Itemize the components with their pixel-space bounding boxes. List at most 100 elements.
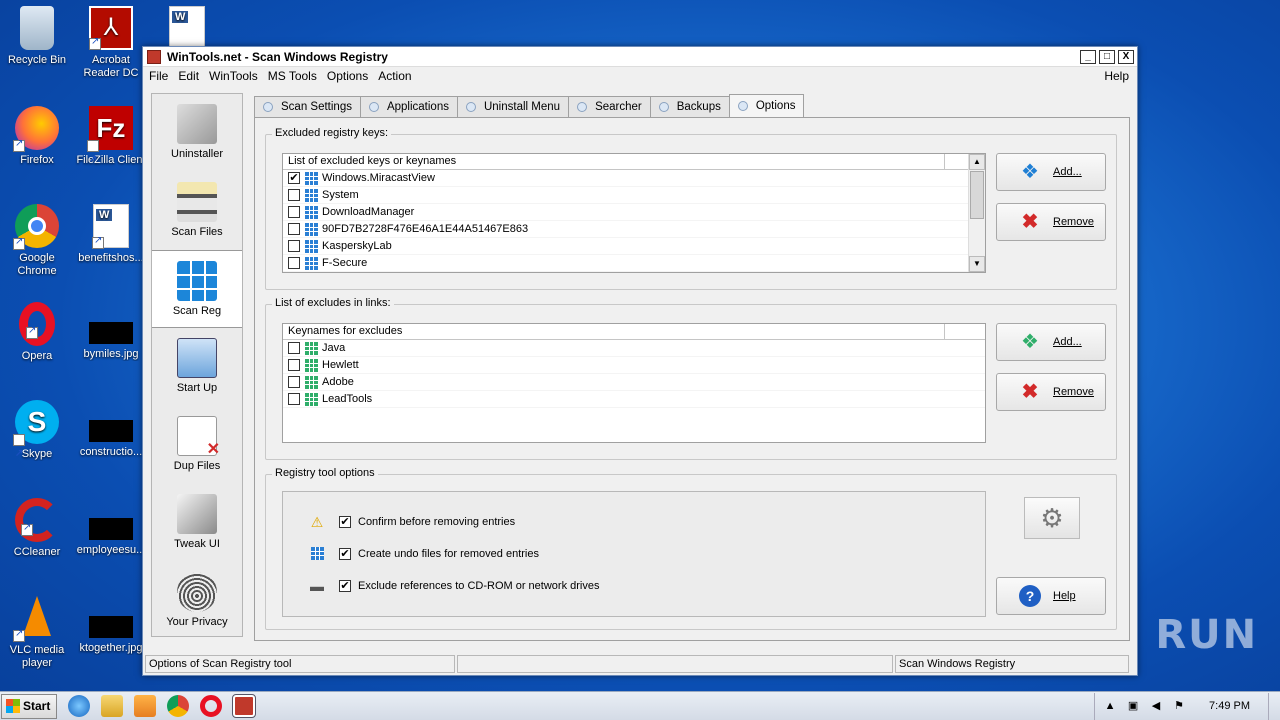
tab-searcher[interactable]: Searcher xyxy=(568,96,651,117)
sidebar-item-dup-files[interactable]: ✕ Dup Files xyxy=(152,406,242,484)
remove-key-button[interactable]: ✖ Remove xyxy=(996,203,1106,241)
opera-taskbar-icon[interactable] xyxy=(200,695,222,717)
desktop-icon-bymiles[interactable]: bymiles.jpg xyxy=(74,302,148,361)
desktop-icon-employees[interactable]: employeesu... xyxy=(74,498,148,557)
add-link-button[interactable]: ❖ Add... xyxy=(996,323,1106,361)
menu-help[interactable]: Help xyxy=(1104,69,1129,83)
tab-applications[interactable]: Applications xyxy=(359,96,458,117)
checkbox[interactable] xyxy=(288,257,300,269)
ie-icon[interactable] xyxy=(68,695,90,717)
sidebar-item-scan-files[interactable]: Scan Files xyxy=(152,172,242,250)
checkbox[interactable] xyxy=(288,393,300,405)
checkbox[interactable]: ✔ xyxy=(339,516,351,528)
sidebar-item-tweak-ui[interactable]: Tweak UI xyxy=(152,484,242,562)
start-button[interactable]: Start xyxy=(1,693,57,719)
desktop-icon-firefox[interactable]: Firefox xyxy=(0,106,74,167)
column-header[interactable]: List of excluded keys or keynames xyxy=(283,154,945,169)
menu-ms-tools[interactable]: MS Tools xyxy=(268,69,317,83)
show-desktop-button[interactable] xyxy=(1268,692,1280,720)
sidebar-item-start-up[interactable]: Start Up xyxy=(152,328,242,406)
checkbox[interactable] xyxy=(288,342,300,354)
tab-uninstall-menu[interactable]: Uninstall Menu xyxy=(456,96,570,117)
scroll-thumb[interactable] xyxy=(970,171,984,219)
list-item[interactable]: System xyxy=(283,187,985,204)
desktop-icon-recycle-bin[interactable]: Recycle Bin xyxy=(0,6,74,67)
wintools-taskbar-icon[interactable] xyxy=(232,694,256,718)
vertical-scrollbar[interactable]: ▲ ▼ xyxy=(968,154,985,272)
network-icon[interactable]: ▣ xyxy=(1126,699,1140,713)
show-hidden-icons-icon[interactable]: ▲ xyxy=(1103,699,1117,713)
sidebar-item-your-privacy[interactable]: Your Privacy xyxy=(152,562,242,640)
tab-options[interactable]: Options xyxy=(728,94,805,117)
chrome-taskbar-icon[interactable] xyxy=(167,695,189,717)
desktop-icon-acrobat[interactable]: ⅄ Acrobat Reader DC xyxy=(74,6,148,80)
acrobat-icon: ⅄ xyxy=(89,6,133,50)
registry-key-icon xyxy=(305,188,318,202)
desktop-icon-vlc[interactable]: VLC media player xyxy=(0,596,74,670)
media-player-icon[interactable] xyxy=(134,695,156,717)
checkbox[interactable] xyxy=(288,223,300,235)
desktop-icon-ktogether[interactable]: ktogether.jpg xyxy=(74,596,148,655)
close-button[interactable]: X xyxy=(1118,49,1134,64)
list-item[interactable]: Java xyxy=(283,340,985,357)
checkbox[interactable]: ✔ xyxy=(339,548,351,560)
status-bar: Options of Scan Registry tool Scan Windo… xyxy=(145,655,1135,673)
scroll-up-arrow-icon[interactable]: ▲ xyxy=(969,154,985,170)
option-exclude-cdrom[interactable]: ▬ ✔ Exclude references to CD-ROM or netw… xyxy=(309,578,599,594)
list-item[interactable]: Adobe xyxy=(283,374,985,391)
excluded-links-list[interactable]: Keynames for excludes Java Hewlett Adobe… xyxy=(282,323,986,443)
help-button[interactable]: ? Help xyxy=(996,577,1106,615)
excluded-links-group: List of excludes in links: Keynames for … xyxy=(265,297,1117,460)
explorer-folder-icon[interactable] xyxy=(101,695,123,717)
list-item[interactable]: DownloadManager xyxy=(283,204,985,221)
menu-edit[interactable]: Edit xyxy=(178,69,199,83)
remove-link-button[interactable]: ✖ Remove xyxy=(996,373,1106,411)
volume-icon[interactable]: ◀ xyxy=(1149,699,1163,713)
registry-key-icon xyxy=(305,256,318,270)
list-item[interactable]: KasperskyLab xyxy=(283,238,985,255)
settings-gears-button[interactable]: ⚙ xyxy=(1024,497,1080,539)
desktop-icon-benefits-doc[interactable]: W benefitshos... xyxy=(74,204,148,265)
desktop-icon-construction[interactable]: constructio... xyxy=(74,400,148,459)
add-key-button[interactable]: ❖ Add... xyxy=(996,153,1106,191)
column-header[interactable]: Keynames for excludes xyxy=(283,324,945,339)
options-panel: Excluded registry keys: List of excluded… xyxy=(254,117,1130,641)
tab-backups[interactable]: Backups xyxy=(649,96,730,117)
checkbox[interactable]: ✔ xyxy=(288,172,300,184)
clock[interactable]: 7:49 PM xyxy=(1209,700,1250,712)
desktop-icon-skype[interactable]: S Skype xyxy=(0,400,74,476)
menu-file[interactable]: File xyxy=(149,69,168,83)
recycle-bin-icon xyxy=(20,6,54,50)
help-question-icon: ? xyxy=(1019,585,1041,607)
sidebar-item-label: Uninstaller xyxy=(171,148,223,160)
desktop-icon-opera[interactable]: Opera xyxy=(0,302,74,363)
minimize-button[interactable]: _ xyxy=(1080,49,1096,64)
option-create-undo[interactable]: ✔ Create undo files for removed entries xyxy=(309,546,539,562)
menu-action[interactable]: Action xyxy=(378,69,411,83)
sidebar-item-uninstaller[interactable]: Uninstaller xyxy=(152,94,242,172)
checkbox[interactable] xyxy=(288,189,300,201)
list-item[interactable]: 90FD7B2728F476E46A1E44A51467E863 xyxy=(283,221,985,238)
option-confirm-remove[interactable]: ⚠ ✔ Confirm before removing entries xyxy=(309,514,515,530)
sidebar-item-scan-reg[interactable]: Scan Reg xyxy=(152,250,242,328)
list-item[interactable]: ✔ Windows.MiracastView xyxy=(283,170,985,187)
tab-scan-settings[interactable]: Scan Settings xyxy=(254,96,361,117)
checkbox[interactable] xyxy=(288,359,300,371)
sidebar-item-label: Scan Files xyxy=(171,226,223,238)
checkbox[interactable] xyxy=(288,376,300,388)
checkbox[interactable] xyxy=(288,206,300,218)
checkbox[interactable]: ✔ xyxy=(339,580,351,592)
list-item[interactable]: Hewlett xyxy=(283,357,985,374)
checkbox[interactable] xyxy=(288,240,300,252)
list-item[interactable]: F-Secure xyxy=(283,255,985,272)
menu-wintools[interactable]: WinTools xyxy=(209,69,258,83)
action-center-flag-icon[interactable]: ⚑ xyxy=(1172,699,1186,713)
scroll-down-arrow-icon[interactable]: ▼ xyxy=(969,256,985,272)
desktop-icon-chrome[interactable]: Google Chrome xyxy=(0,204,74,278)
list-item[interactable]: LeadTools xyxy=(283,391,985,408)
maximize-button[interactable]: □ xyxy=(1099,49,1115,64)
desktop-icon-ccleaner[interactable]: CCleaner xyxy=(0,498,74,559)
desktop-icon-filezilla[interactable]: Fz FileZilla Client xyxy=(74,106,148,182)
excluded-keys-list[interactable]: List of excluded keys or keynames ✔ Windo… xyxy=(282,153,986,273)
menu-options[interactable]: Options xyxy=(327,69,368,83)
